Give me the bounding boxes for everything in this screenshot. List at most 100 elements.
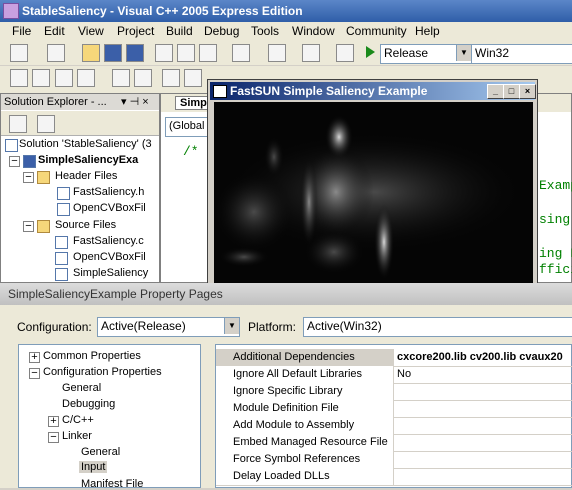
solution-explorer-header: Solution Explorer - ... ▾ ⊣ ×: [1, 94, 159, 110]
tree-linker-input[interactable]: Input: [79, 461, 108, 473]
undo-icon[interactable]: [232, 44, 250, 62]
tree-file[interactable]: FastSaliency.h: [73, 186, 144, 198]
start-debugging-icon[interactable]: [366, 46, 375, 58]
tree-common-properties[interactable]: Common Properties: [43, 350, 141, 362]
navigate-back-icon[interactable]: [302, 44, 320, 62]
navigate-forward-icon[interactable]: [336, 44, 354, 62]
tree-debugging[interactable]: Debugging: [62, 398, 115, 410]
menu-file[interactable]: File: [12, 24, 31, 38]
show-all-files-icon[interactable]: [37, 115, 55, 133]
tree-file[interactable]: FastSaliency.c: [73, 235, 144, 247]
toolbar-icon-5[interactable]: [112, 69, 130, 87]
tree-header-files[interactable]: Header Files: [55, 170, 117, 182]
property-row[interactable]: Ignore All Default Libraries No: [216, 366, 572, 384]
property-value[interactable]: cxcore200.lib cv200.lib cvaux20: [394, 349, 572, 366]
property-row[interactable]: Module Definition File: [216, 400, 572, 418]
property-value[interactable]: [394, 434, 572, 451]
tree-file[interactable]: OpenCVBoxFil: [73, 251, 146, 263]
toolbar-icon-7[interactable]: [162, 69, 180, 87]
menu-community[interactable]: Community: [346, 24, 407, 38]
menu-build[interactable]: Build: [166, 24, 193, 38]
solution-explorer-toolbar: [1, 111, 159, 136]
toolbar-icon-1[interactable]: [10, 69, 28, 87]
collapse-icon[interactable]: −: [48, 432, 59, 443]
tree-configuration-properties[interactable]: Configuration Properties: [43, 366, 162, 378]
expand-icon[interactable]: +: [48, 416, 59, 427]
solution-explorer-title: Solution Explorer - ...: [4, 96, 107, 108]
toolbar-icon-2[interactable]: [32, 69, 50, 87]
property-row[interactable]: Delay Loaded DLLs: [216, 468, 572, 486]
property-tree: + Common Properties − Configuration Prop…: [18, 344, 201, 490]
property-value[interactable]: [394, 468, 572, 485]
new-project-icon[interactable]: [10, 44, 28, 62]
redo-icon[interactable]: [268, 44, 286, 62]
menu-debug[interactable]: Debug: [204, 24, 239, 38]
collapse-icon[interactable]: −: [23, 172, 34, 183]
folder-icon: [37, 171, 50, 184]
platform-select[interactable]: Active(Win32): [303, 317, 572, 337]
save-all-icon[interactable]: [126, 44, 144, 62]
collapse-icon[interactable]: −: [9, 156, 20, 167]
tree-cpp[interactable]: C/C++: [62, 414, 94, 426]
solution-platform-select[interactable]: Win32: [471, 44, 572, 64]
property-row[interactable]: Embed Managed Resource File: [216, 434, 572, 452]
property-row[interactable]: Ignore Specific Library: [216, 383, 572, 401]
tree-solution[interactable]: Solution 'StableSaliency' (3: [19, 138, 152, 150]
minimize-icon[interactable]: _: [487, 84, 504, 99]
saliency-image-window[interactable]: FastSUN Simple Saliency Example _ □ ×: [207, 79, 538, 288]
toolbar-icon-8[interactable]: [184, 69, 202, 87]
paste-icon[interactable]: [199, 44, 217, 62]
toolbar-icon-4[interactable]: [77, 69, 95, 87]
menu-tools[interactable]: Tools: [251, 24, 279, 38]
property-row[interactable]: Add Module to Assembly: [216, 417, 572, 435]
collapse-icon[interactable]: −: [23, 221, 34, 232]
close-icon[interactable]: ×: [519, 84, 536, 99]
property-value[interactable]: [394, 451, 572, 468]
property-row[interactable]: Force Symbol References: [216, 451, 572, 469]
toolbar-icon-3[interactable]: [55, 69, 73, 87]
tree-file[interactable]: OpenCVBoxFil: [73, 202, 146, 214]
tree-project[interactable]: SimpleSaliencyExa: [38, 154, 138, 166]
tree-linker[interactable]: Linker: [62, 430, 92, 442]
menu-help[interactable]: Help: [415, 24, 440, 38]
app-title-bar: StableSaliency - Visual C++ 2005 Express…: [0, 0, 572, 22]
window-icon: [213, 85, 227, 98]
copy-icon[interactable]: [177, 44, 195, 62]
property-row[interactable]: Additional Dependencies cxcore200.lib cv2…: [216, 349, 572, 367]
property-value[interactable]: [394, 400, 572, 417]
configuration-select[interactable]: Active(Release) ▼: [97, 317, 240, 337]
property-value[interactable]: [394, 383, 572, 400]
property-pages-title: SimpleSaliencyExample Property Pages: [8, 287, 223, 301]
open-folder-icon[interactable]: [82, 44, 100, 62]
code-line: ing F: [539, 246, 572, 261]
property-name: Additional Dependencies: [216, 349, 394, 366]
property-name: Ignore All Default Libraries: [216, 366, 394, 383]
tree-linker-general[interactable]: General: [81, 446, 120, 458]
collapse-icon[interactable]: −: [29, 368, 40, 379]
property-name: Module Definition File: [216, 400, 394, 417]
property-pages-title-bar[interactable]: SimpleSaliencyExample Property Pages: [0, 283, 572, 305]
menu-bar: File Edit View Project Build Debug Tools…: [0, 22, 572, 41]
properties-icon[interactable]: [9, 115, 27, 133]
cut-icon[interactable]: [155, 44, 173, 62]
property-value[interactable]: No: [394, 366, 572, 383]
menu-project[interactable]: Project: [117, 24, 154, 38]
expand-icon[interactable]: +: [29, 352, 40, 363]
maximize-icon[interactable]: □: [503, 84, 520, 99]
tree-file[interactable]: SimpleSaliency: [73, 267, 148, 279]
solution-configuration-select[interactable]: Release ▼: [380, 44, 472, 64]
pin-icon[interactable]: ▾ ⊣ ×: [121, 95, 149, 108]
property-value[interactable]: [394, 417, 572, 434]
tree-general[interactable]: General: [62, 382, 101, 394]
menu-edit[interactable]: Edit: [44, 24, 65, 38]
save-icon[interactable]: [104, 44, 122, 62]
tree-source-files[interactable]: Source Files: [55, 219, 116, 231]
add-item-icon[interactable]: [47, 44, 65, 62]
image-window-title-bar[interactable]: FastSUN Simple Saliency Example _ □ ×: [210, 82, 536, 100]
toolbar-icon-6[interactable]: [134, 69, 152, 87]
code-line: ffici: [539, 262, 572, 277]
menu-window[interactable]: Window: [292, 24, 335, 38]
visual-studio-icon: [3, 3, 19, 19]
menu-view[interactable]: View: [78, 24, 104, 38]
tree-manifest-file[interactable]: Manifest File: [81, 478, 143, 490]
